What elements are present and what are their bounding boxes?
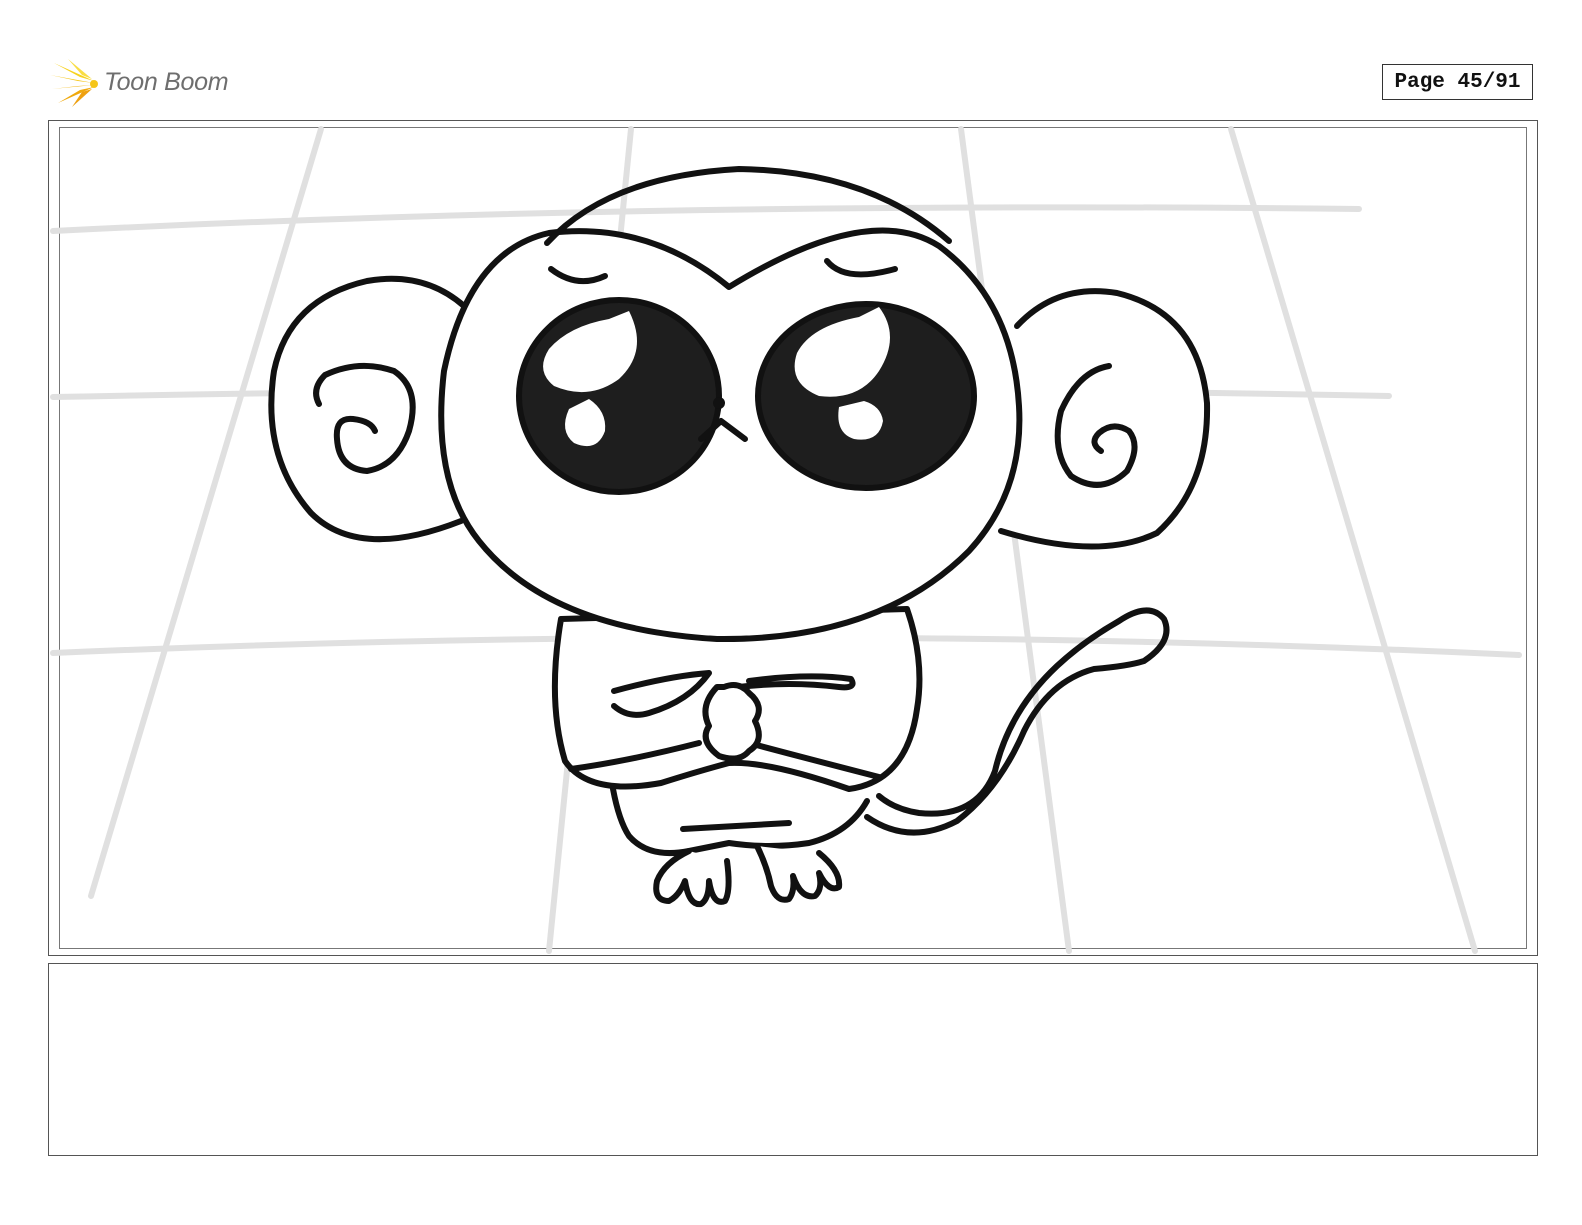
- monkey-lower-body: [610, 786, 870, 857]
- caption-box: [48, 963, 1538, 1156]
- hands: [702, 682, 762, 762]
- logo-text: Toon Boom: [104, 68, 229, 96]
- page-number: Page 45/91: [1382, 64, 1533, 100]
- right-ear: [998, 288, 1211, 550]
- left-eye: [516, 297, 722, 495]
- monkey-character: [268, 166, 1211, 908]
- left-foot: [653, 848, 732, 908]
- left-ear: [268, 275, 467, 543]
- panel-drawing: [50, 126, 1522, 954]
- toon-boom-logo: Toon Boom: [50, 55, 250, 110]
- starburst-icon: [50, 58, 98, 107]
- nose: [713, 397, 725, 409]
- right-foot: [754, 843, 843, 903]
- right-eye: [755, 301, 977, 491]
- storyboard-panel: [48, 120, 1538, 956]
